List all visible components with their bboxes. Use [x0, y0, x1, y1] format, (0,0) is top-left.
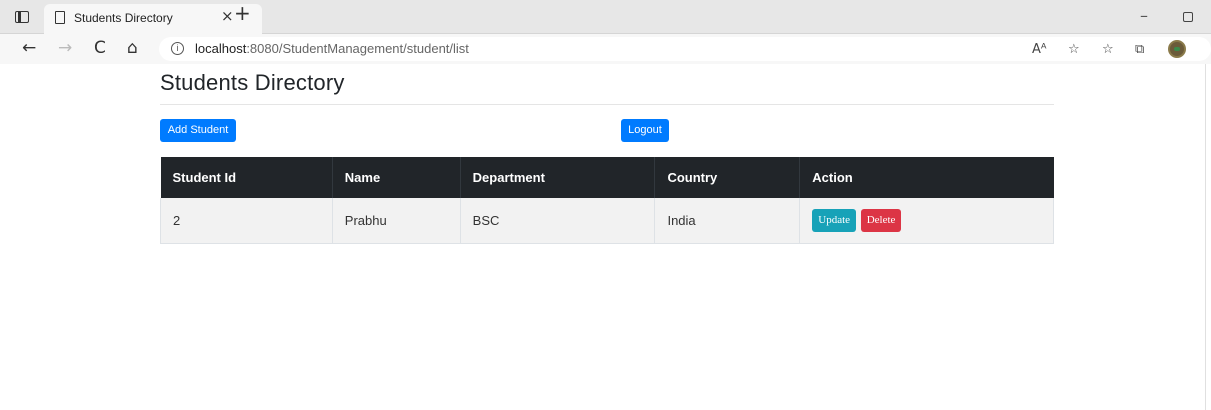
forward-icon[interactable]: → — [58, 37, 72, 59]
url-path: :8080/StudentManagement/student/list — [246, 41, 469, 56]
site-info-icon[interactable]: i — [171, 42, 184, 55]
favorites-icon[interactable]: ☆ — [1102, 43, 1114, 56]
cell-country: India — [654, 198, 801, 243]
home-icon[interactable]: ⌂ — [127, 37, 138, 59]
cell-department: BSC — [460, 198, 656, 243]
browser-toolbar: ← → C ⌂ i localhost:8080/StudentManageme… — [0, 34, 1211, 64]
new-tab-icon[interactable]: + — [234, 3, 251, 23]
logout-button[interactable]: Logout — [621, 119, 669, 142]
delete-button[interactable]: Delete — [860, 208, 902, 232]
url-host: localhost — [195, 41, 247, 56]
add-student-button[interactable]: Add Student — [160, 119, 236, 142]
add-favorite-icon[interactable]: ☆ — [1068, 43, 1080, 56]
table-header-row: Student Id Name Department Country Actio… — [160, 157, 1054, 198]
header-country: Country — [654, 157, 801, 198]
read-aloud-icon[interactable]: Aᴬ — [1032, 43, 1047, 56]
cell-name: Prabhu — [332, 198, 461, 243]
browser-tab-strip: Students Directory × + – — [0, 0, 1211, 34]
back-icon[interactable]: ← — [22, 37, 36, 59]
cell-action: Update Delete — [799, 198, 1054, 243]
header-action: Action — [812, 170, 853, 185]
browser-tab[interactable]: Students Directory × — [44, 4, 262, 34]
page-title: Students Directory — [160, 70, 345, 95]
divider — [160, 104, 1054, 105]
close-tab-icon[interactable]: × — [221, 9, 234, 24]
update-button[interactable]: Update — [812, 208, 857, 232]
profile-avatar-icon[interactable] — [1168, 40, 1186, 58]
header-student-id: Student Id — [160, 157, 333, 198]
header-department: Department — [460, 157, 656, 198]
tab-title: Students Directory — [74, 11, 173, 25]
tab-actions-icon[interactable] — [15, 11, 29, 23]
page-icon — [55, 11, 65, 24]
header-name: Name — [332, 157, 461, 198]
scrollbar-track[interactable] — [1205, 64, 1206, 410]
address-bar[interactable]: i localhost:8080/StudentManagement/stude… — [159, 37, 1211, 61]
cell-student-id: 2 — [160, 198, 333, 243]
minimize-icon[interactable]: – — [1140, 6, 1148, 25]
collections-icon[interactable]: ⧉ — [1135, 43, 1144, 56]
students-table: Student Id Name Department Country Actio… — [160, 157, 1054, 244]
table-row: 2 Prabhu BSC India Update Delete — [160, 198, 1054, 243]
refresh-icon[interactable]: C — [94, 37, 106, 59]
maximize-icon[interactable] — [1183, 12, 1193, 22]
url-text[interactable]: localhost:8080/StudentManagement/student… — [195, 41, 469, 56]
